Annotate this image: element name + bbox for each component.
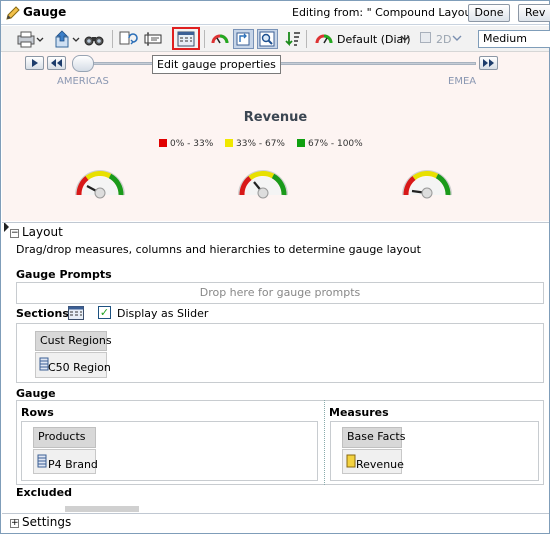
products-group[interactable]: Products <box>33 427 96 448</box>
tooltip: Edit gauge properties <box>152 55 281 74</box>
gauge-dial-1 <box>72 155 128 202</box>
cust-regions-label: Cust Regions <box>40 334 112 347</box>
slider-prev-button[interactable] <box>47 56 66 70</box>
expand-icon[interactable]: + <box>10 519 19 528</box>
legend-label: 33% - 67% <box>236 139 285 149</box>
print-button[interactable] <box>16 29 44 49</box>
slider-thumb[interactable] <box>72 55 94 72</box>
gauge-prompts-dropzone[interactable]: Drop here for gauge prompts <box>16 282 544 304</box>
sections-label: Sections <box>16 307 69 320</box>
refresh-icon <box>118 29 138 49</box>
toolbar-separator <box>306 30 307 48</box>
revert-button[interactable]: Rev <box>518 4 550 22</box>
c50-region-label: C50 Region <box>48 361 111 374</box>
legend-label: 67% - 100% <box>308 139 363 149</box>
gauge-editor-window: Gauge Editing from: " Compound Layout" D… <box>0 0 550 534</box>
editing-from-text: Editing from: " Compound Layout" <box>292 6 481 19</box>
dimension-checkbox[interactable] <box>420 32 431 43</box>
rows-label: Rows <box>21 406 54 419</box>
measure-icon <box>346 454 356 471</box>
window-title: Gauge <box>23 5 67 19</box>
gauge-type-button[interactable] <box>210 29 230 49</box>
gauge-type-icon <box>210 29 230 49</box>
layout-header-label: Layout <box>22 225 63 239</box>
divider <box>2 222 549 223</box>
gauge-label: Gauge <box>16 387 56 400</box>
zoom-button[interactable] <box>257 29 278 49</box>
settings-header-label: Settings <box>22 515 72 529</box>
excluded-label: Excluded <box>16 486 72 499</box>
base-facts-label: Base Facts <box>347 430 406 443</box>
p4-brand-item[interactable]: P4 Brand <box>33 449 98 474</box>
cust-regions-group[interactable]: Cust Regions <box>35 331 112 351</box>
legend-item: 33% - 67% <box>225 139 285 149</box>
dial-icon <box>314 29 334 49</box>
products-label: Products <box>38 430 86 443</box>
rotate-button[interactable] <box>233 29 254 49</box>
export-button[interactable] <box>53 29 81 49</box>
done-button[interactable]: Done <box>468 4 510 22</box>
layout-instructions: Drag/drop measures, columns and hierarch… <box>16 243 421 256</box>
display-as-slider-label: Display as Slider <box>117 307 209 320</box>
c50-region-item[interactable]: C50 Region <box>35 352 111 378</box>
toolbar: Default (Dial) 2D Medium <box>1 26 550 52</box>
slider-play-button[interactable] <box>25 56 44 70</box>
legend-swatch-yellow <box>225 139 233 147</box>
binoculars-icon <box>84 29 104 49</box>
display-as-slider-checkbox[interactable]: ✓ <box>98 306 111 319</box>
fast-forward-icon <box>480 59 497 72</box>
collapse-icon[interactable]: − <box>10 229 19 238</box>
export-icon <box>53 29 81 49</box>
divider <box>2 513 549 514</box>
chart-title: Revenue <box>243 110 308 125</box>
slider-label-emea: EMEA <box>448 76 477 87</box>
dimension-label[interactable]: 2D <box>436 33 451 46</box>
size-select[interactable]: Medium <box>478 30 550 48</box>
settings-section-header[interactable]: + Settings <box>10 515 71 531</box>
base-facts-group[interactable]: Base Facts <box>342 427 406 448</box>
legend-label: 0% - 33% <box>170 139 214 149</box>
play-icon <box>26 59 43 72</box>
refresh-button[interactable] <box>118 29 138 49</box>
column-properties-icon <box>143 29 163 49</box>
pencil-icon <box>5 5 21 21</box>
revenue-item[interactable]: Revenue <box>342 449 404 474</box>
column-icon <box>37 454 47 471</box>
zoom-icon <box>258 30 277 48</box>
chevron-down-icon[interactable] <box>452 31 462 51</box>
p4-brand-label: P4 Brand <box>48 458 98 471</box>
revenue-label: Revenue <box>356 458 404 471</box>
preview-button[interactable] <box>84 29 104 49</box>
gauge-preview: AMERICAS EMEA Revenue 0% - 33% 33% - 67%… <box>2 52 549 221</box>
print-icon <box>16 29 44 49</box>
sort-button[interactable] <box>283 29 303 49</box>
gauge-style-dropdown[interactable] <box>314 29 334 49</box>
toolbar-separator <box>112 30 113 48</box>
chevron-down-icon[interactable] <box>400 31 410 51</box>
slider-label-americas: AMERICAS <box>57 76 109 87</box>
rewind-icon <box>48 59 65 72</box>
column-properties-button[interactable] <box>143 29 163 49</box>
measures-label: Measures <box>329 406 389 419</box>
sort-icon <box>283 29 303 49</box>
rotate-icon <box>234 30 253 48</box>
legend-item: 67% - 100% <box>297 139 363 149</box>
section-properties-icon[interactable] <box>68 306 84 323</box>
title-bar: Gauge Editing from: " Compound Layout" D… <box>1 1 550 25</box>
gauge-dial-3 <box>399 155 455 202</box>
legend-item: 0% - 33% <box>159 139 213 149</box>
edit-properties-highlight <box>172 27 200 50</box>
toolbar-separator <box>204 30 205 48</box>
excluded-dropzone[interactable] <box>65 506 139 512</box>
legend-swatch-green <box>297 139 305 147</box>
gauge-split-divider <box>324 400 325 485</box>
gauge-prompts-label: Gauge Prompts <box>16 268 112 281</box>
slider-next-button[interactable] <box>479 56 498 70</box>
legend-swatch-red <box>159 139 167 147</box>
gauge-dial-2 <box>235 155 291 202</box>
layout-section-header[interactable]: − Layout <box>10 225 63 241</box>
